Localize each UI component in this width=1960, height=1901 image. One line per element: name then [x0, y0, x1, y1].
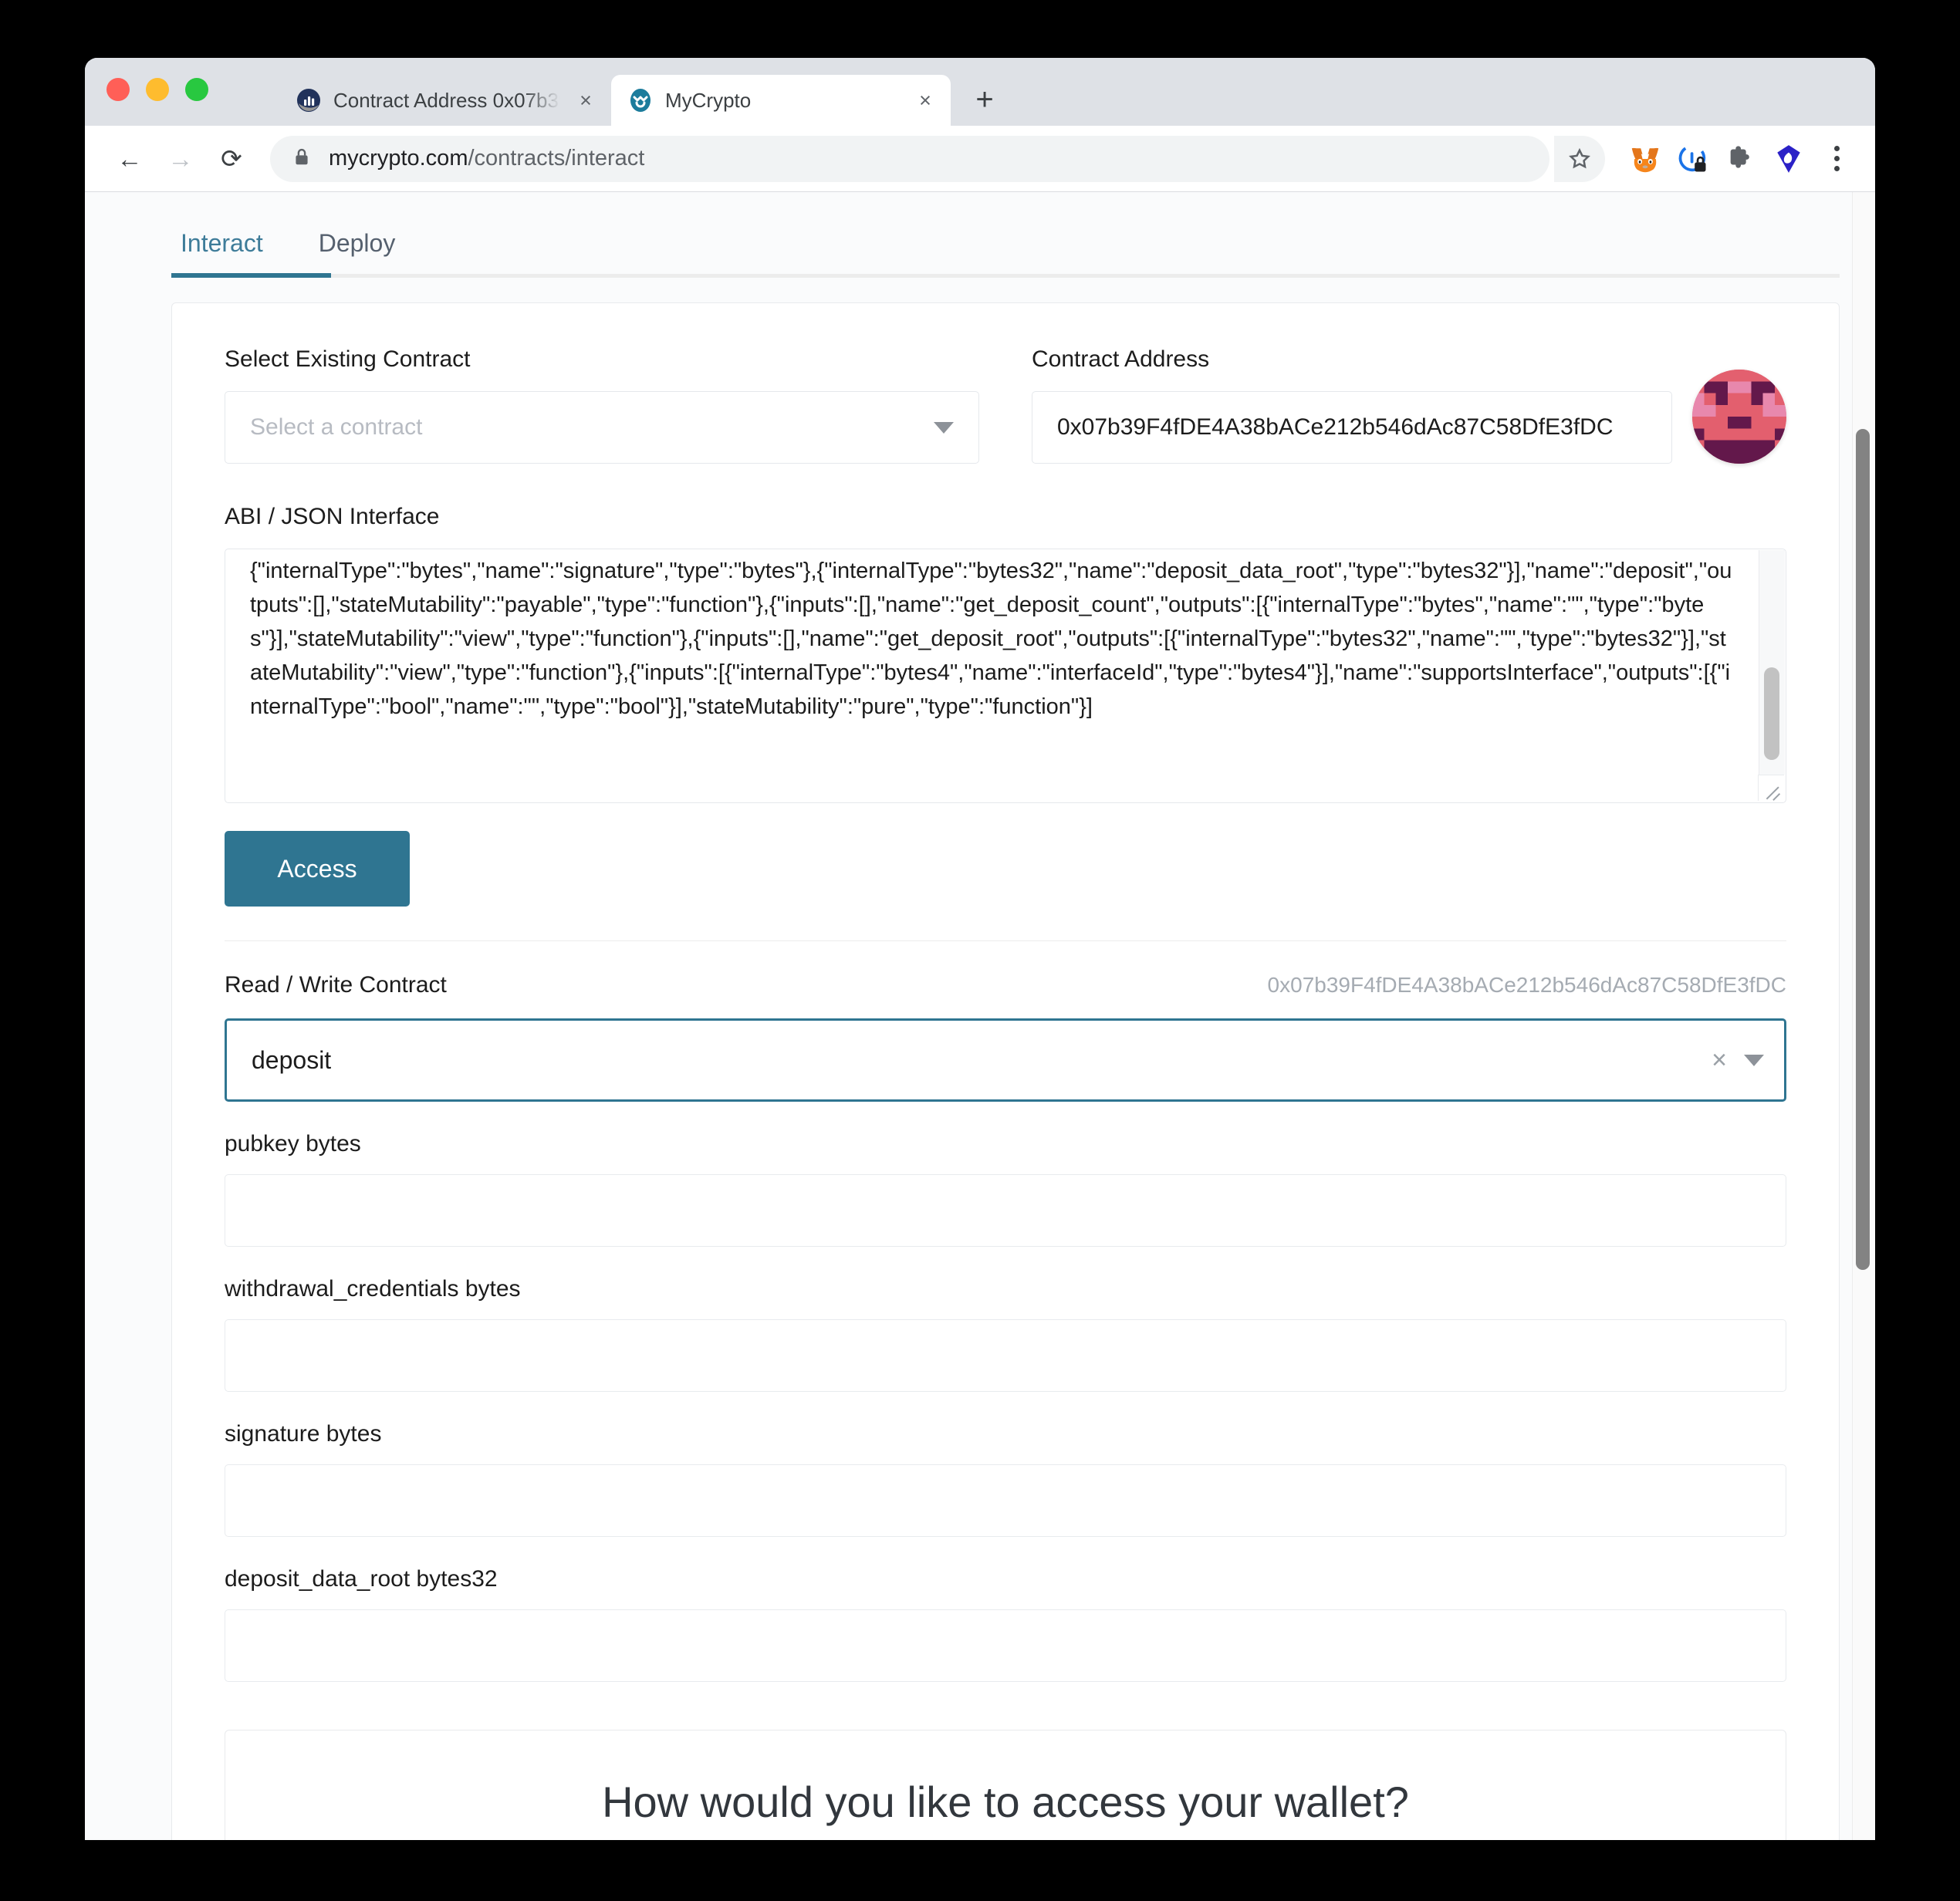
argument-label: deposit_data_root bytes32 [225, 1566, 498, 1592]
address-bar-path: /contracts/interact [468, 146, 645, 171]
brave-wallet-icon[interactable] [1767, 137, 1810, 181]
contract-mode-tabs: Interact Deploy [85, 208, 1840, 278]
lock-icon [292, 147, 312, 171]
page-scrollbar-thumb[interactable] [1856, 429, 1870, 1270]
contract-address-group: Contract Address 0x07b39F4fDE4A38bACe212… [1032, 346, 1786, 464]
wallet-access-panel: How would you like to access your wallet… [225, 1730, 1786, 1840]
contract-address-value: 0x07b39F4fDE4A38bACe212b546dAc87C58DfE3f… [1057, 414, 1614, 440]
function-select-dropdown[interactable]: deposit × [225, 1018, 1786, 1102]
abi-scrollbar-thumb[interactable] [1764, 667, 1779, 760]
browser-tab-etherscan[interactable]: Contract Address 0x07b39F4fD × [279, 75, 611, 126]
argument-input[interactable] [225, 1464, 1786, 1537]
read-write-header: Read / Write Contract 0x07b39F4fDE4A38bA… [225, 972, 1786, 998]
argument-pubkey: pubkey bytes [225, 1131, 1786, 1247]
tabs-divider [171, 274, 1840, 278]
browser-toolbar: ← → ⟳ mycrypto.com/contracts/interact [85, 126, 1875, 192]
clear-selection-icon[interactable]: × [1712, 1047, 1727, 1073]
chevron-down-icon[interactable] [1744, 1054, 1764, 1066]
browser-tab-strip: Contract Address 0x07b39F4fD × MyCrypto … [85, 58, 1875, 126]
read-write-address: 0x07b39F4fDE4A38bACe212b546dAc87C58DfE3f… [1267, 973, 1786, 997]
tab-deploy[interactable]: Deploy [309, 208, 405, 278]
section-divider [225, 940, 1786, 941]
browser-window: Contract Address 0x07b39F4fD × MyCrypto … [85, 58, 1875, 1840]
argument-signature: signature bytes [225, 1421, 1786, 1537]
contract-selection-row: Select Existing Contract Select a contra… [225, 346, 1786, 464]
argument-label: signature bytes [225, 1421, 382, 1447]
close-tab-button[interactable]: × [912, 87, 938, 113]
mycrypto-icon [628, 88, 653, 113]
address-bar[interactable]: mycrypto.com/contracts/interact [270, 135, 1549, 182]
argument-input[interactable] [225, 1174, 1786, 1247]
abi-scrollbar[interactable] [1759, 550, 1785, 775]
interact-card: Select Existing Contract Select a contra… [171, 302, 1840, 1840]
browser-tab-mycrypto[interactable]: MyCrypto × [611, 75, 951, 126]
window-traffic-lights [106, 78, 208, 101]
function-select-value: deposit [252, 1045, 332, 1074]
page-content: Interact Deploy Select Existing Contract… [85, 208, 1875, 1840]
abi-textarea[interactable]: {"internalType":"bytes","name":"signatur… [225, 549, 1786, 803]
abi-resize-handle[interactable] [1758, 775, 1784, 801]
three-dot-menu-icon[interactable] [1815, 137, 1858, 181]
close-window-button[interactable] [106, 78, 130, 101]
select-existing-contract-dropdown[interactable]: Select a contract [225, 391, 979, 464]
contract-address-label: Contract Address [1032, 346, 1210, 372]
chevron-down-icon [934, 421, 954, 434]
reload-button[interactable]: ⟳ [208, 136, 255, 182]
argument-withdrawal-credentials: withdrawal_credentials bytes [225, 1276, 1786, 1392]
abi-group: ABI / JSON Interface {"internalType":"by… [225, 504, 1786, 803]
access-button[interactable]: Access [225, 831, 410, 907]
privacy-badger-icon[interactable] [1671, 137, 1715, 181]
page-viewport: Interact Deploy Select Existing Contract… [85, 192, 1875, 1840]
wallet-panel-title: How would you like to access your wallet… [602, 1778, 1409, 1826]
tab-interact[interactable]: Interact [171, 208, 272, 278]
browser-tab-title: MyCrypto [665, 88, 752, 112]
argument-input[interactable] [225, 1319, 1786, 1392]
select-existing-contract-label: Select Existing Contract [225, 346, 471, 372]
select-existing-contract-group: Select Existing Contract Select a contra… [225, 346, 979, 464]
maximize-window-button[interactable] [185, 78, 208, 101]
contract-address-input[interactable]: 0x07b39F4fDE4A38bACe212b546dAc87C58DfE3f… [1032, 391, 1672, 464]
active-tab-indicator [171, 273, 331, 278]
new-tab-button[interactable]: + [963, 78, 1006, 121]
minimize-window-button[interactable] [146, 78, 169, 101]
read-write-label: Read / Write Contract [225, 972, 447, 998]
select-existing-contract-value: Select a contract [250, 414, 423, 440]
close-tab-button[interactable]: × [573, 87, 599, 113]
metamask-icon[interactable] [1624, 137, 1667, 181]
address-identicon [1692, 370, 1786, 464]
argument-input[interactable] [225, 1609, 1786, 1682]
argument-label: withdrawal_credentials bytes [225, 1276, 521, 1302]
argument-deposit-data-root: deposit_data_root bytes32 [225, 1566, 1786, 1682]
back-button[interactable]: ← [106, 136, 153, 182]
function-select-controls: × [1712, 1047, 1764, 1073]
abi-textarea-value: {"internalType":"bytes","name":"signatur… [250, 559, 1732, 719]
address-bar-host: mycrypto.com [329, 146, 468, 171]
etherscan-icon [296, 88, 321, 113]
star-icon[interactable] [1554, 135, 1605, 182]
forward-button[interactable]: → [157, 136, 204, 182]
page-scrollbar[interactable] [1852, 192, 1875, 1840]
extensions-puzzle-icon[interactable] [1719, 137, 1762, 181]
argument-label: pubkey bytes [225, 1131, 361, 1156]
abi-label: ABI / JSON Interface [225, 504, 440, 529]
address-bar-url: mycrypto.com/contracts/interact [329, 146, 644, 171]
browser-tab-title: Contract Address 0x07b39F4fD [333, 88, 560, 112]
